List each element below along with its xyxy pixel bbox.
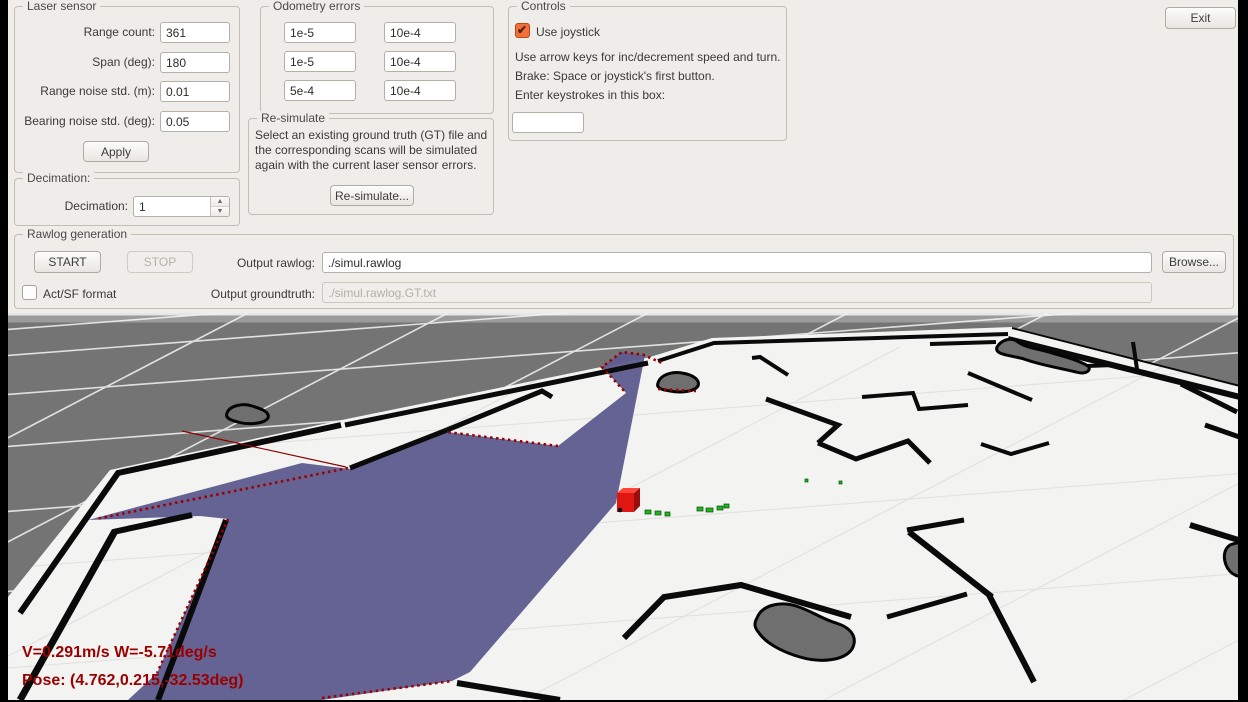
horizon-band <box>8 316 1238 323</box>
controls-hint-brake: Brake: Space or joystick's first button. <box>515 69 715 83</box>
start-button[interactable]: START <box>34 251 101 273</box>
actsf-format-checkbox[interactable] <box>22 285 37 300</box>
3d-scene: V=0.291m/s W=-5.71deg/s Pose: (4.762,0.2… <box>8 313 1238 700</box>
apply-button[interactable]: Apply <box>83 141 149 162</box>
odometry-error-field-6[interactable] <box>384 80 456 101</box>
resimulate-button[interactable]: Re-simulate... <box>330 185 414 206</box>
odometry-error-field-2[interactable] <box>384 22 456 43</box>
simulator-window: Laser sensor Range count: Span (deg): Ra… <box>8 0 1238 700</box>
controls-group-title: Controls <box>517 0 570 13</box>
browse-button[interactable]: Browse... <box>1162 251 1226 273</box>
laser-sensor-group-title: Laser sensor <box>23 0 100 13</box>
hud-velocity-text: V=0.291m/s W=-5.71deg/s <box>22 644 217 661</box>
keystrokes-input[interactable] <box>512 112 584 133</box>
decimation-value-field[interactable] <box>134 197 216 216</box>
rawlog-generation-group-title: Rawlog generation <box>23 227 131 241</box>
range-noise-field[interactable] <box>160 81 230 102</box>
output-groundtruth-label: Output groundtruth: <box>188 287 315 301</box>
odometry-error-field-1[interactable] <box>284 22 356 43</box>
robot-marker <box>617 488 640 512</box>
controls-hint-arrows: Use arrow keys for inc/decrement speed a… <box>515 50 780 64</box>
hud-pose-text: Pose: (4.762,0.215,-32.53deg) <box>22 672 243 689</box>
spinner-down-icon[interactable] <box>210 207 229 216</box>
odometry-error-field-5[interactable] <box>284 80 356 101</box>
3d-viewport[interactable]: V=0.291m/s W=-5.71deg/s Pose: (4.762,0.2… <box>8 313 1238 700</box>
decimation-spinner[interactable] <box>133 196 230 217</box>
odometry-error-field-4[interactable] <box>384 51 456 72</box>
use-joystick-checkbox[interactable] <box>515 23 530 38</box>
output-groundtruth-field <box>322 282 1152 303</box>
resimulate-group-title: Re-simulate <box>257 111 329 125</box>
decimation-label: Decimation: <box>16 199 128 213</box>
span-label: Span (deg): <box>16 55 155 69</box>
odometry-errors-group-title: Odometry errors <box>269 0 364 13</box>
bearing-noise-label: Bearing noise std. (deg): <box>12 114 155 128</box>
range-noise-label: Range noise std. (m): <box>16 84 155 98</box>
controls-hint-keystrokes: Enter keystrokes in this box: <box>515 88 665 102</box>
exit-button[interactable]: Exit <box>1165 7 1236 29</box>
range-count-field[interactable] <box>160 22 230 43</box>
range-count-label: Range count: <box>16 25 155 39</box>
decimation-group-title: Decimation: <box>23 171 94 185</box>
actsf-format-label: Act/SF format <box>43 287 116 301</box>
span-field[interactable] <box>160 52 230 73</box>
use-joystick-label: Use joystick <box>536 25 600 39</box>
resimulate-description: Select an existing ground truth (GT) fil… <box>255 128 488 173</box>
app-root: { "window": { "exit": "Exit" }, "laser":… <box>0 0 1248 702</box>
bearing-noise-field[interactable] <box>160 111 230 132</box>
stop-button[interactable]: STOP <box>127 251 193 273</box>
odometry-error-field-3[interactable] <box>284 51 356 72</box>
output-rawlog-field[interactable] <box>322 252 1152 273</box>
spinner-up-icon[interactable] <box>210 197 229 207</box>
output-rawlog-label: Output rawlog: <box>188 256 315 270</box>
